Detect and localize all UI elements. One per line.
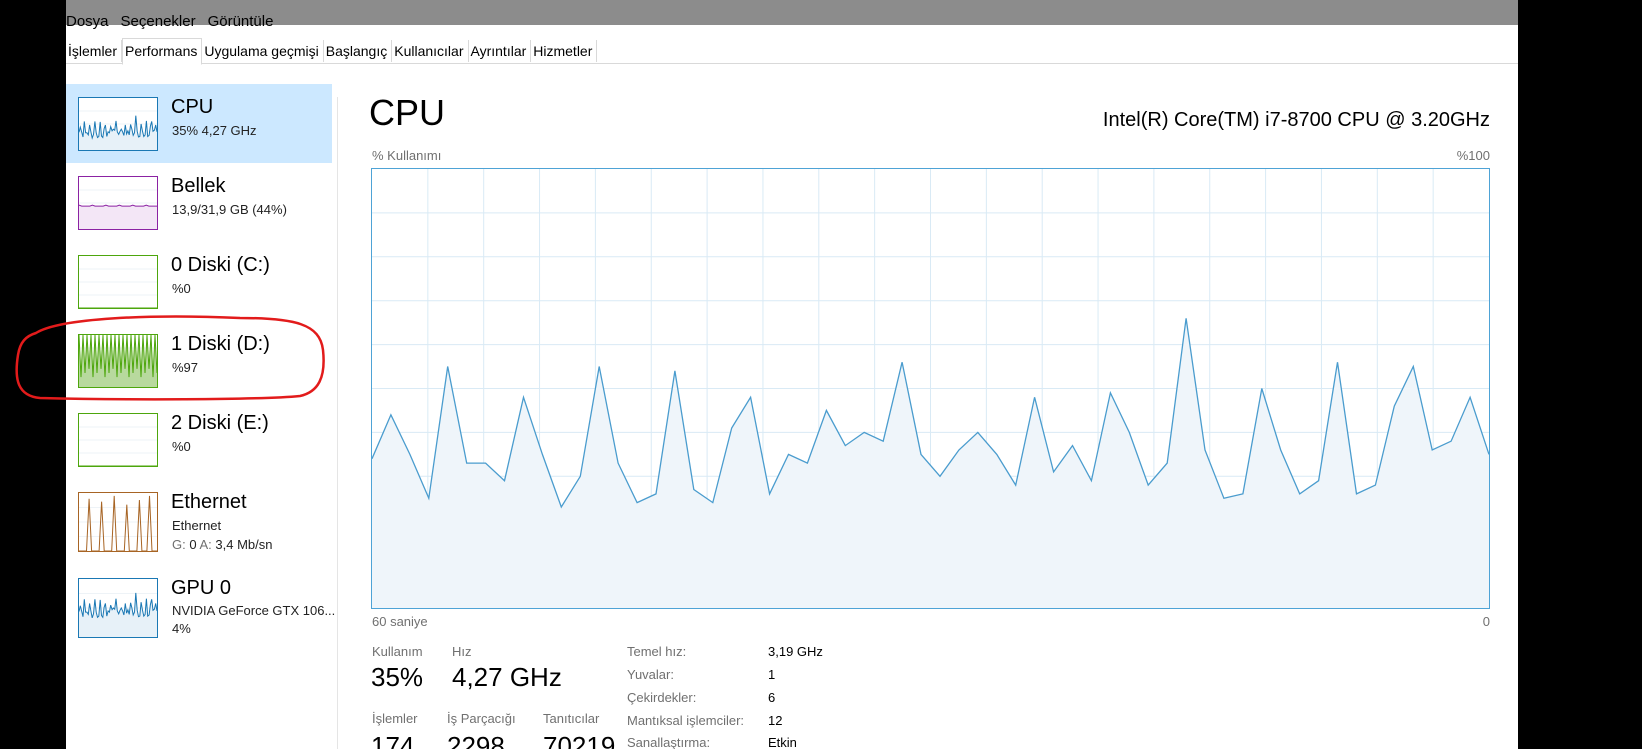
logical-processors-value: 12 <box>768 713 783 728</box>
tab-services[interactable]: Hizmetler <box>531 40 598 62</box>
y-axis-label: % Kullanımı <box>372 148 442 163</box>
ethernet-thumbnail-graph <box>78 492 158 552</box>
threads-value: 2298 <box>447 731 505 749</box>
tab-users[interactable]: Kullanıcılar <box>392 40 469 62</box>
tab-startup[interactable]: Başlangıç <box>324 40 393 62</box>
sidebar-item-disk-2[interactable]: 2 Diski (E:) %0 <box>66 400 332 479</box>
x-axis-start-label: 60 saniye <box>372 614 428 629</box>
sidebar-item-detail: %97 <box>172 360 199 375</box>
sockets-label: Yuvalar: <box>627 667 674 682</box>
sidebar-item-detail: NVIDIA GeForce GTX 106... <box>172 603 336 618</box>
sidebar-item-cpu[interactable]: CPU 35% 4,27 GHz <box>66 84 332 163</box>
sidebar-item-disk-1[interactable]: 1 Diski (D:) %97 <box>66 321 332 400</box>
sidebar-item-label: Ethernet <box>171 491 247 513</box>
cpu-usage-chart <box>371 168 1490 609</box>
menu-options[interactable]: Seçenekler <box>121 13 196 35</box>
disk-0-thumbnail-graph <box>78 255 158 309</box>
gpu-thumbnail-graph <box>78 578 158 638</box>
sidebar-item-detail: %0 <box>172 439 191 454</box>
gpu-usage: 4% <box>172 621 191 636</box>
sidebar-item-label: CPU <box>171 96 214 118</box>
processes-label: İşlemler <box>372 711 418 726</box>
send-label: A: <box>199 537 212 552</box>
sidebar-item-label: 2 Diski (E:) <box>171 412 269 434</box>
thumb-line <box>79 495 157 551</box>
sidebar-item-disk-0[interactable]: 0 Diski (C:) %0 <box>66 242 332 321</box>
cpu-usage-chart-svg <box>371 169 1490 608</box>
title-bar[interactable] <box>66 0 1518 25</box>
sidebar-item-detail: 35% 4,27 GHz <box>172 123 257 138</box>
receive-label: G: <box>172 537 186 552</box>
tab-processes[interactable]: İşlemler <box>66 40 123 62</box>
handles-value: 70219 <box>543 731 616 749</box>
sidebar-item-label: Bellek <box>171 175 226 197</box>
processes-value: 174 <box>371 731 415 749</box>
cpu-model-name: Intel(R) Core(TM) i7-8700 CPU @ 3.20GHz <box>1102 109 1490 131</box>
sidebar-item-ethernet[interactable]: Ethernet Ethernet G: 0 A: 3,4 Mb/sn <box>66 479 332 565</box>
y-axis-max-label: %100 <box>1456 148 1490 163</box>
base-speed-label: Temel hız: <box>627 644 687 659</box>
tab-details[interactable]: Ayrıntılar <box>469 40 532 62</box>
sidebar-item-memory[interactable]: Bellek 13,9/31,9 GB (44%) <box>66 163 332 242</box>
thumb-line <box>79 204 157 207</box>
logical-processors-label: Mantıksal işlemciler: <box>627 713 745 728</box>
handles-label: Tanıtıcılar <box>543 711 600 726</box>
sidebar-item-gpu[interactable]: GPU 0 NVIDIA GeForce GTX 106... 4% <box>66 565 336 651</box>
task-manager-window: Dosya Seçenekler Görüntüle İşlemler Perf… <box>66 0 1518 749</box>
tab-performance[interactable]: Performans <box>122 38 203 65</box>
speed-label: Hız <box>452 644 472 659</box>
tab-app-history[interactable]: Uygulama geçmişi <box>202 40 324 62</box>
usage-label: Kullanım <box>372 644 423 659</box>
tab-bar: İşlemler Performans Uygulama geçmişi Baş… <box>66 38 1518 65</box>
ethernet-throughput: G: 0 A: 3,4 Mb/sn <box>172 537 273 552</box>
sidebar-item-label: 1 Diski (D:) <box>171 333 270 355</box>
send-value: 3,4 Mb/sn <box>215 537 273 552</box>
receive-value: 0 <box>189 537 197 552</box>
base-speed-value: 3,19 GHz <box>768 644 823 659</box>
sidebar-item-label: 0 Diski (C:) <box>171 254 270 276</box>
cpu-thumbnail-graph <box>78 97 158 151</box>
disk-1-thumbnail-graph <box>78 334 158 388</box>
page-title: CPU <box>369 92 446 133</box>
resource-sidebar: CPU 35% 4,27 GHz Bellek 13,9/31,9 GB (44… <box>66 84 336 749</box>
menu-bar: Dosya Seçenekler Görüntüle <box>66 13 273 35</box>
virtualization-value: Etkin <box>768 735 797 749</box>
usage-value: 35% <box>371 662 424 692</box>
speed-value: 4,27 GHz <box>452 662 562 692</box>
cores-label: Çekirdekler: <box>627 690 697 705</box>
cores-value: 6 <box>768 690 776 705</box>
disk-2-thumbnail-graph <box>78 413 158 467</box>
thumb-area <box>79 205 157 229</box>
memory-thumbnail-graph <box>78 176 158 230</box>
sidebar-item-label: GPU 0 <box>171 577 232 599</box>
virtualization-label: Sanallaştırma: <box>627 735 711 749</box>
sidebar-divider <box>337 97 338 749</box>
menu-file[interactable]: Dosya <box>66 13 109 35</box>
threads-label: İş Parçacığı <box>447 711 516 726</box>
x-axis-end-label: 0 <box>1482 614 1490 629</box>
sockets-value: 1 <box>768 667 776 682</box>
sidebar-item-detail: 13,9/31,9 GB (44%) <box>172 202 287 217</box>
sidebar-item-detail: %0 <box>172 281 191 296</box>
menu-view[interactable]: Görüntüle <box>208 13 274 35</box>
sidebar-item-detail: Ethernet <box>172 518 222 533</box>
